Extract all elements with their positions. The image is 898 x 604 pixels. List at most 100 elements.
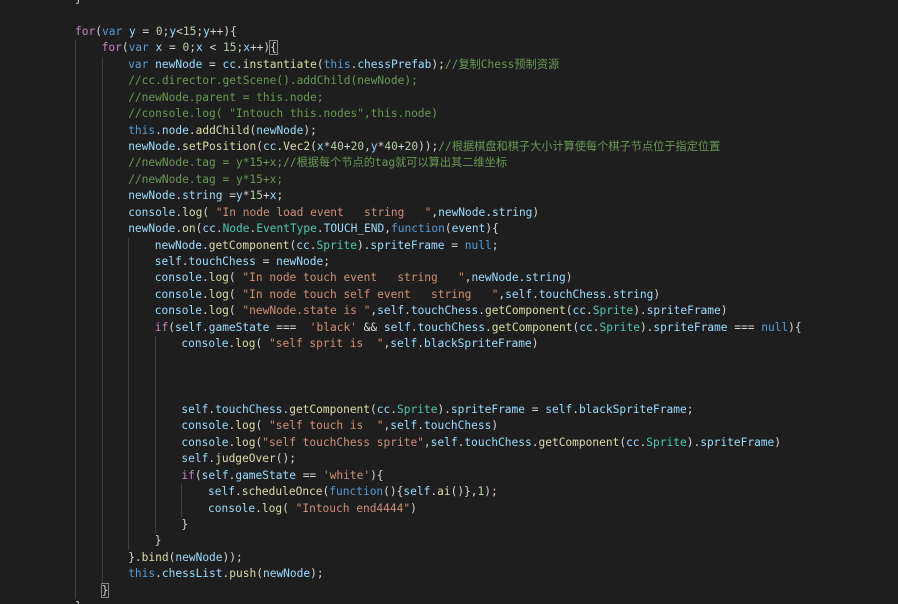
code-line[interactable]: console. log( "In node load event string … [75,204,898,222]
code-token: gameState [208,320,270,334]
code-token: ai [437,485,451,499]
code-line[interactable] [75,7,898,23]
indent-guide [75,122,76,139]
code-token: self [505,287,533,301]
code-token: < [176,24,183,38]
code-area[interactable]: } for(var y = 0;y<15;y++){for(var x = 0;x… [75,0,898,604]
code-text: this.node.addChild(newNode); [128,123,317,139]
code-text: console.log( "self touch is ",self.touch… [181,418,498,434]
code-token: cc [202,222,216,236]
code-token: . [532,287,539,301]
code-token: self [383,320,411,334]
code-token: "In node touch self event string " [242,287,499,301]
indent-guides [75,385,898,402]
code-line[interactable]: newNode.getComponent(cc.Sprite).spriteFr… [75,237,898,254]
code-token: . [236,57,243,71]
code-token: ( [228,271,243,285]
indent-guide [101,352,103,370]
code-text: var newNode = cc.instantiate(this.chessP… [128,57,559,73]
indent-guide [75,566,76,583]
code-line[interactable]: } [75,517,898,534]
code-line[interactable]: //newNode.parent = this.node; [75,89,898,107]
code-token: getComponent [208,238,290,252]
code-line[interactable]: newNode.string =y*15+x; [75,188,898,205]
code-token: ( [202,205,216,219]
code-line[interactable] [75,352,898,370]
code-token: console [154,287,202,301]
code-token: log [208,304,229,318]
code-line[interactable]: self.judgeOver(); [75,451,898,468]
code-line[interactable]: //cc.director.getScene().addChild(newNod… [75,73,898,90]
code-line[interactable]: newNode.on(cc.Node.EventType.TOUCH_END,f… [75,221,898,238]
indent-guide [75,451,76,468]
code-line[interactable]: //console.log( "Intouch this.nodes",this… [75,106,898,123]
code-token: )); [222,550,243,564]
code-line[interactable]: //newNode.tag = y*15+x; [75,171,898,189]
code-token: 15 [249,189,263,203]
indent-guides [75,352,898,370]
code-token: ). [686,435,701,449]
code-token: console [181,419,229,433]
code-line[interactable] [75,369,898,386]
code-line[interactable]: console.log("self touchChess sprite",sel… [75,434,898,452]
code-line[interactable]: }.bind(newNode)); [75,549,898,567]
code-line[interactable]: self.touchChess = newNode; [75,254,898,271]
code-token: self [154,255,182,268]
code-line[interactable]: for(var x = 0;x < 15;x++){ [75,40,898,57]
code-line[interactable]: newNode.setPosition(cc.Vec2(x*40+20,y*40… [75,138,898,156]
code-line[interactable]: console.log( "Intouch end4444") [75,500,898,517]
code-token: ; [686,402,694,416]
code-line[interactable]: var newNode = cc.instantiate(this.chessP… [75,56,898,74]
code-line[interactable]: this.chessList.push(newNode); [75,566,898,583]
indent-guide [75,254,76,271]
indent-guide [75,319,76,337]
code-line[interactable]: //newNode.tag = y*15+x;//根据每个节点的tag就可以算出… [75,155,898,172]
code-editor[interactable]: } for(var y = 0;y<15;y++){for(var x = 0;x… [0,0,898,604]
code-token: && [356,320,384,334]
code-line[interactable]: console.log( "In node touch self event s… [75,286,898,304]
code-text: //newNode.tag = y*15+x;//根据每个节点的tag就可以算出… [128,155,507,171]
code-line[interactable]: } [75,599,898,604]
code-token: var [128,57,149,71]
code-token: . [309,238,317,252]
code-token: . [155,567,162,581]
code-token: ()}, [450,485,478,499]
indent-guide [75,270,76,287]
code-line[interactable] [75,385,898,402]
indent-guide [101,270,103,287]
code-token: //根据棋盘和棋子大小计算使每个棋子节点位于指定位置 [438,139,721,153]
indent-guide [101,237,103,254]
code-line[interactable]: this.node.addChild(newNode); [75,122,898,139]
code-text: console.log( "In node touch self event s… [155,287,660,303]
code-token: newNode [128,189,176,203]
code-token: newNode [128,139,176,153]
code-token: ( [370,402,377,416]
code-line[interactable]: if(self.gameState == 'white'){ [75,467,898,485]
code-line[interactable]: console.log( "self touch is ",self.touch… [75,418,898,435]
code-line[interactable]: console.log( "self sprit is ",self.black… [75,336,898,353]
code-token: . [181,255,189,268]
indent-guide [154,434,156,452]
code-line[interactable]: console.log( "newNode.state is ",self.to… [75,303,898,320]
code-line[interactable]: } [75,582,898,600]
code-line[interactable]: } [75,533,898,550]
code-line[interactable]: self.touchChess.getComponent(cc.Sprite).… [75,401,898,419]
code-line[interactable]: self.scheduleOnce(function(){self.ai()},… [75,484,898,501]
code-token: newNode [128,222,176,236]
code-line[interactable]: for(var y = 0;y<15;y++){ [75,24,898,40]
code-text: for(var x = 0;x < 15;x++){ [102,40,278,56]
code-token: console [181,337,229,351]
code-token: this [128,567,156,581]
code-line[interactable]: } [75,0,898,7]
code-token: . [390,402,398,416]
code-line[interactable]: console.log( "In node touch event string… [75,270,898,287]
code-token: function [329,485,384,499]
code-token: ; [323,255,330,268]
code-text: newNode.on(cc.Node.EventType.TOUCH_END,f… [128,221,499,237]
code-token: "newNode.state is " [242,304,371,318]
code-token: = [255,255,277,268]
code-token: self [201,468,229,482]
code-token: var [101,24,123,38]
code-token: console [154,304,202,318]
code-line[interactable]: if(self.gameState === 'black' && self.to… [75,319,898,337]
